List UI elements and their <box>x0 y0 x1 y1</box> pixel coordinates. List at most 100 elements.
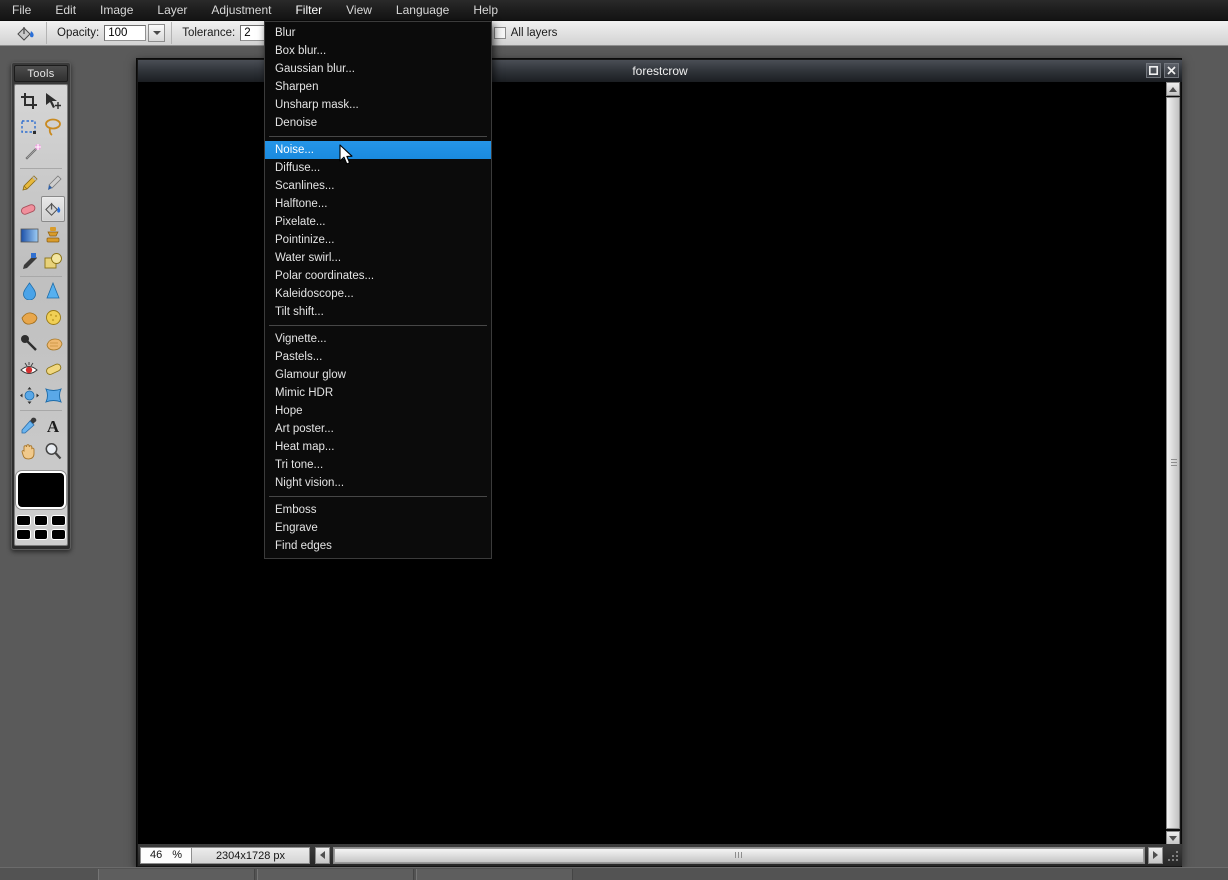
tool-eraser[interactable] <box>17 196 41 222</box>
menu-filter[interactable]: Filter <box>283 0 334 20</box>
maximize-icon[interactable] <box>1146 63 1161 78</box>
options-separator-1 <box>46 22 47 44</box>
tool-row: A <box>17 412 65 438</box>
tool-bloat-pinch[interactable] <box>41 382 65 408</box>
filter-menu-item-noise[interactable]: Noise... <box>265 141 491 159</box>
filter-menu-item-glamour-glow[interactable]: Glamour glow <box>265 366 491 384</box>
resize-grip-icon[interactable] <box>1166 846 1180 864</box>
filter-menu-item-sharpen[interactable]: Sharpen <box>265 78 491 96</box>
filter-menu-item-denoise[interactable]: Denoise <box>265 114 491 132</box>
tool-smudge-finger[interactable] <box>17 304 41 330</box>
tool-eyedropper[interactable] <box>17 412 41 438</box>
filter-menu-item-vignette[interactable]: Vignette... <box>265 330 491 348</box>
filter-menu-item-gaussian-blur[interactable]: Gaussian blur... <box>265 60 491 78</box>
vertical-scrollbar-thumb[interactable] <box>1166 97 1180 829</box>
taskbar-item[interactable] <box>416 869 573 880</box>
vertical-scrollbar[interactable] <box>1166 82 1180 845</box>
tool-water-drop[interactable] <box>17 278 41 304</box>
filter-menu-item-diffuse[interactable]: Diffuse... <box>265 159 491 177</box>
filter-menu-item-polar-coordinates[interactable]: Polar coordinates... <box>265 267 491 285</box>
menu-separator <box>269 325 487 326</box>
filter-menu-item-find-edges[interactable]: Find edges <box>265 537 491 555</box>
filter-menu-item-mimic-hdr[interactable]: Mimic HDR <box>265 384 491 402</box>
filter-menu-item-pointinize[interactable]: Pointinize... <box>265 231 491 249</box>
filter-menu-item-water-swirl[interactable]: Water swirl... <box>265 249 491 267</box>
filter-menu-item-engrave[interactable]: Engrave <box>265 519 491 537</box>
tool-shape[interactable] <box>41 248 65 274</box>
tool-sharpen-cone[interactable] <box>41 278 65 304</box>
filter-menu-item-blur[interactable]: Blur <box>265 24 491 42</box>
filter-menu-item-art-poster[interactable]: Art poster... <box>265 420 491 438</box>
tool-zoom-magnifier[interactable] <box>41 438 65 464</box>
filter-menu-item-pixelate[interactable]: Pixelate... <box>265 213 491 231</box>
horizontal-scrollbar-thumb[interactable] <box>334 847 1144 863</box>
scroll-down-icon[interactable] <box>1166 831 1180 845</box>
filter-menu-item-halftone[interactable]: Halftone... <box>265 195 491 213</box>
tool-text[interactable]: A <box>41 412 65 438</box>
palette-swatch[interactable] <box>16 515 31 526</box>
filter-menu-item-heat-map[interactable]: Heat map... <box>265 438 491 456</box>
menu-view[interactable]: View <box>334 0 384 20</box>
menu-adjustment[interactable]: Adjustment <box>199 0 283 20</box>
tool-clone-stamp[interactable] <box>41 222 65 248</box>
palette-swatch[interactable] <box>33 515 49 526</box>
scroll-up-icon[interactable] <box>1166 82 1180 96</box>
scroll-left-icon[interactable] <box>315 846 330 864</box>
filter-menu-item-night-vision[interactable]: Night vision... <box>265 474 491 492</box>
filter-menu-item-hope[interactable]: Hope <box>265 402 491 420</box>
palette-swatch[interactable] <box>51 529 66 540</box>
close-icon[interactable] <box>1164 63 1179 78</box>
filter-dropdown-menu: Blur Box blur... Gaussian blur... Sharpen Un… <box>264 21 492 559</box>
tool-red-eye[interactable] <box>17 356 41 382</box>
opacity-input[interactable] <box>104 25 147 41</box>
filter-menu-item-box-blur[interactable]: Box blur... <box>265 42 491 60</box>
filter-menu-item-unsharp-mask[interactable]: Unsharp mask... <box>265 96 491 114</box>
tool-move[interactable] <box>41 88 65 114</box>
tool-gradient[interactable] <box>17 222 41 248</box>
menu-edit[interactable]: Edit <box>43 0 88 20</box>
tool-lasso-select[interactable] <box>41 114 65 140</box>
menu-file[interactable]: File <box>0 0 43 20</box>
filter-menu-item-tilt-shift[interactable]: Tilt shift... <box>265 303 491 321</box>
opacity-dropdown-button[interactable] <box>148 24 166 42</box>
tool-crop[interactable] <box>17 88 41 114</box>
tool-magic-wand[interactable] <box>20 140 45 166</box>
tool-dodge[interactable] <box>17 330 41 356</box>
scroll-right-icon[interactable] <box>1148 846 1163 864</box>
status-bar: 46 % 2304x1728 px <box>138 844 1182 866</box>
tool-pill-blemish[interactable] <box>41 356 65 382</box>
palette-swatch[interactable] <box>33 529 49 540</box>
tool-paint-bucket[interactable] <box>40 196 65 222</box>
zoom-level-field[interactable]: 46 % <box>140 846 192 864</box>
filter-menu-item-kaleidoscope[interactable]: Kaleidoscope... <box>265 285 491 303</box>
paint-bucket-icon <box>12 22 40 44</box>
menu-help[interactable]: Help <box>461 0 510 20</box>
tool-burn-hand[interactable] <box>41 330 65 356</box>
menu-image[interactable]: Image <box>88 0 145 20</box>
tool-rectangle-select[interactable] <box>17 114 41 140</box>
menu-language[interactable]: Language <box>384 0 461 20</box>
taskbar-item[interactable] <box>257 869 414 880</box>
menu-layer[interactable]: Layer <box>145 0 199 20</box>
filter-menu-item-pastels[interactable]: Pastels... <box>265 348 491 366</box>
horizontal-scrollbar-track[interactable] <box>333 846 1145 864</box>
options-separator-2 <box>171 22 173 44</box>
tool-paintbrush[interactable] <box>41 170 65 196</box>
filter-menu-item-scanlines[interactable]: Scanlines... <box>265 177 491 195</box>
filter-menu-item-tri-tone[interactable]: Tri tone... <box>265 456 491 474</box>
tool-row <box>17 170 65 196</box>
filter-menu-item-emboss[interactable]: Emboss <box>265 501 491 519</box>
primary-color-swatch[interactable] <box>16 471 66 509</box>
horizontal-scrollbar[interactable] <box>315 846 1163 864</box>
palette-swatch[interactable] <box>16 529 31 540</box>
tool-warp[interactable] <box>17 382 41 408</box>
palette-swatch[interactable] <box>51 515 66 526</box>
all-layers-checkbox[interactable]: All layers <box>493 27 557 39</box>
taskbar-item[interactable] <box>98 869 255 880</box>
tool-hand-pan[interactable] <box>17 438 41 464</box>
tool-pencil[interactable] <box>17 170 41 196</box>
tool-sponge[interactable] <box>41 304 65 330</box>
tool-blur-tool[interactable] <box>17 248 41 274</box>
tool-row <box>17 222 65 248</box>
tolerance-label: Tolerance: <box>182 27 236 39</box>
